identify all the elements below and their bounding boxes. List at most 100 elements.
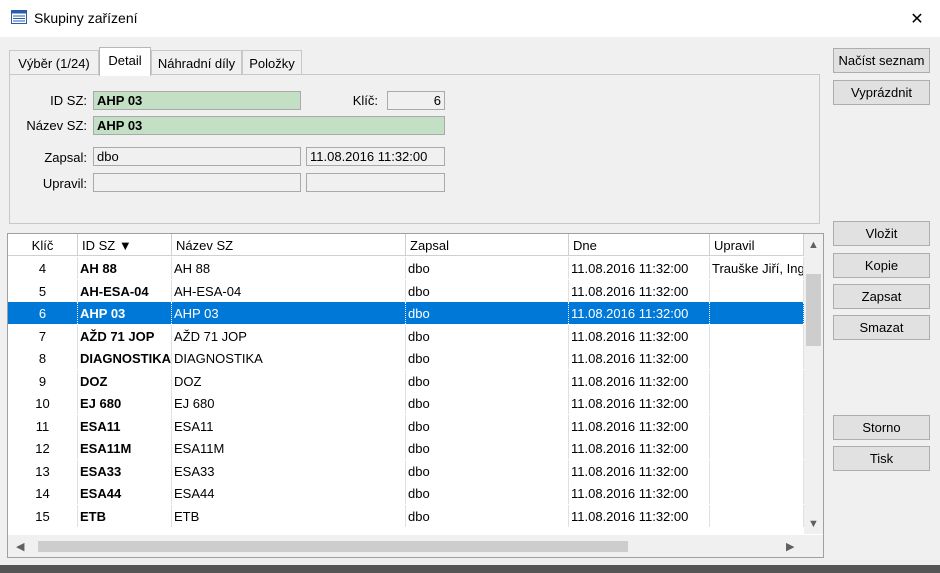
cell-id[interactable]: ESA33 <box>78 459 172 482</box>
scroll-down-icon[interactable]: ▼ <box>808 518 819 530</box>
cell-key[interactable]: 7 <box>8 324 78 347</box>
table-row[interactable]: 5 AH-ESA-04 AH-ESA-04 dbo 11.08.2016 11:32:0… <box>8 279 804 302</box>
cell-edited[interactable] <box>710 347 804 369</box>
cell-date[interactable]: 11.08.2016 11:32:00 <box>569 414 710 437</box>
created-at-field[interactable]: 11.08.2016 11:32:00 <box>306 147 445 166</box>
cell-date[interactable]: 11.08.2016 11:32:00 <box>569 302 710 324</box>
horizontal-scroll-thumb[interactable] <box>38 541 628 552</box>
tab-nahradni-dily[interactable]: Náhradní díly <box>151 50 242 75</box>
table-row[interactable]: 4 AH 88 AH 88 dbo 11.08.2016 11:32:00 Trauške… <box>8 257 804 279</box>
cell-edited[interactable] <box>710 279 804 302</box>
cell-id[interactable]: DIAGNOSTIKA <box>78 347 172 369</box>
cell-key[interactable]: 15 <box>8 504 78 527</box>
cell-date[interactable]: 11.08.2016 11:32:00 <box>569 459 710 482</box>
cell-name[interactable]: ETB <box>172 504 406 527</box>
close-button[interactable]: ✕ <box>894 0 940 37</box>
cell-key[interactable]: 10 <box>8 392 78 414</box>
print-button[interactable]: Tisk <box>833 446 930 471</box>
cell-name[interactable]: AH-ESA-04 <box>172 279 406 302</box>
cell-created-by[interactable]: dbo <box>406 437 569 459</box>
copy-button[interactable]: Kopie <box>833 253 930 278</box>
cell-name[interactable]: DOZ <box>172 369 406 392</box>
edited-at-field[interactable] <box>306 173 445 192</box>
cell-edited[interactable] <box>710 392 804 414</box>
table-row[interactable]: 14 ESA44 ESA44 dbo 11.08.2016 11:32:00 <box>8 482 804 504</box>
cell-created-by[interactable]: dbo <box>406 392 569 414</box>
cell-key[interactable]: 14 <box>8 482 78 504</box>
cell-key[interactable]: 12 <box>8 437 78 459</box>
cell-date[interactable]: 11.08.2016 11:32:00 <box>569 369 710 392</box>
tab-vyber[interactable]: Výběr (1/24) <box>9 50 99 75</box>
cell-name[interactable]: ESA11M <box>172 437 406 459</box>
cell-date[interactable]: 11.08.2016 11:32:00 <box>569 324 710 347</box>
cell-created-by[interactable]: dbo <box>406 459 569 482</box>
cell-name[interactable]: AŽD 71 JOP <box>172 324 406 347</box>
cell-created-by[interactable]: dbo <box>406 302 569 324</box>
table-row[interactable]: 12 ESA11M ESA11M dbo 11.08.2016 11:32:00 <box>8 437 804 459</box>
cell-edited[interactable] <box>710 369 804 392</box>
vertical-scroll-thumb[interactable] <box>806 274 821 346</box>
cell-name[interactable]: ESA33 <box>172 459 406 482</box>
name-field[interactable]: AHP 03 <box>93 116 445 135</box>
cell-name[interactable]: AHP 03 <box>172 302 406 324</box>
cell-id[interactable]: ESA11 <box>78 414 172 437</box>
cell-created-by[interactable]: dbo <box>406 504 569 527</box>
column-header-date[interactable]: Dne <box>569 234 710 256</box>
column-header-created-by[interactable]: Zapsal <box>406 234 569 256</box>
column-header-edited[interactable]: Upravil <box>710 234 804 256</box>
cell-id[interactable]: DOZ <box>78 369 172 392</box>
table-row[interactable]: 11 ESA11 ESA11 dbo 11.08.2016 11:32:00 <box>8 414 804 437</box>
table-row[interactable]: 8 DIAGNOSTIKA DIAGNOSTIKA dbo 11.08.2016 11:… <box>8 347 804 369</box>
cell-date[interactable]: 11.08.2016 11:32:00 <box>569 482 710 504</box>
cell-created-by[interactable]: dbo <box>406 482 569 504</box>
column-header-name[interactable]: Název SZ <box>172 234 406 256</box>
cell-created-by[interactable]: dbo <box>406 279 569 302</box>
cell-id[interactable]: ETB <box>78 504 172 527</box>
cell-key[interactable]: 13 <box>8 459 78 482</box>
table-row[interactable]: 15 ETB ETB dbo 11.08.2016 11:32:00 <box>8 504 804 527</box>
cell-edited[interactable] <box>710 437 804 459</box>
cell-key[interactable]: 11 <box>8 414 78 437</box>
cell-date[interactable]: 11.08.2016 11:32:00 <box>569 257 710 279</box>
tab-detail[interactable]: Detail <box>99 47 151 76</box>
cell-name[interactable]: DIAGNOSTIKA <box>172 347 406 369</box>
table-row[interactable]: 9 DOZ DOZ dbo 11.08.2016 11:32:00 <box>8 369 804 392</box>
key-field[interactable]: 6 <box>387 91 445 110</box>
cell-edited[interactable] <box>710 302 804 324</box>
table-row[interactable]: 13 ESA33 ESA33 dbo 11.08.2016 11:32:00 <box>8 459 804 482</box>
cell-key[interactable]: 4 <box>8 257 78 279</box>
cell-id[interactable]: ESA44 <box>78 482 172 504</box>
cell-created-by[interactable]: dbo <box>406 324 569 347</box>
cell-created-by[interactable]: dbo <box>406 347 569 369</box>
cell-edited[interactable] <box>710 324 804 347</box>
cell-name[interactable]: EJ 680 <box>172 392 406 414</box>
cell-id[interactable]: AH-ESA-04 <box>78 279 172 302</box>
clear-button[interactable]: Vyprázdnit <box>833 80 930 105</box>
cell-created-by[interactable]: dbo <box>406 369 569 392</box>
cell-edited[interactable]: Trauške Jiří, Ing <box>710 257 804 279</box>
cell-key[interactable]: 9 <box>8 369 78 392</box>
cell-id[interactable]: AŽD 71 JOP <box>78 324 172 347</box>
edited-by-field[interactable] <box>93 173 301 192</box>
cell-name[interactable]: ESA44 <box>172 482 406 504</box>
table-row[interactable]: 7 AŽD 71 JOP AŽD 71 JOP dbo 11.08.2016 11:32… <box>8 324 804 347</box>
scroll-right-icon[interactable]: ▶ <box>786 540 794 553</box>
created-by-field[interactable]: dbo <box>93 147 301 166</box>
cell-id[interactable]: ESA11M <box>78 437 172 459</box>
cell-created-by[interactable]: dbo <box>406 414 569 437</box>
cell-date[interactable]: 11.08.2016 11:32:00 <box>569 437 710 459</box>
id-field[interactable]: AHP 03 <box>93 91 301 110</box>
cell-created-by[interactable]: dbo <box>406 257 569 279</box>
column-header-key[interactable]: Klíč <box>8 234 78 256</box>
cell-date[interactable]: 11.08.2016 11:32:00 <box>569 392 710 414</box>
cell-id[interactable]: AH 88 <box>78 257 172 279</box>
close-icon[interactable]: ✕ <box>910 9 923 29</box>
tab-polozky[interactable]: Položky <box>242 50 302 75</box>
scroll-left-icon[interactable]: ◀ <box>16 540 24 553</box>
cell-date[interactable]: 11.08.2016 11:32:00 <box>569 279 710 302</box>
cell-id[interactable]: EJ 680 <box>78 392 172 414</box>
load-list-button[interactable]: Načíst seznam <box>833 48 930 73</box>
horizontal-scrollbar[interactable]: ◀ ▶ <box>8 535 804 557</box>
records-grid[interactable]: Klíč ID SZ ▼ Název SZ Zapsal Dne Upravil… <box>7 233 824 558</box>
table-row[interactable]: 10 EJ 680 EJ 680 dbo 11.08.2016 11:32:00 <box>8 392 804 414</box>
